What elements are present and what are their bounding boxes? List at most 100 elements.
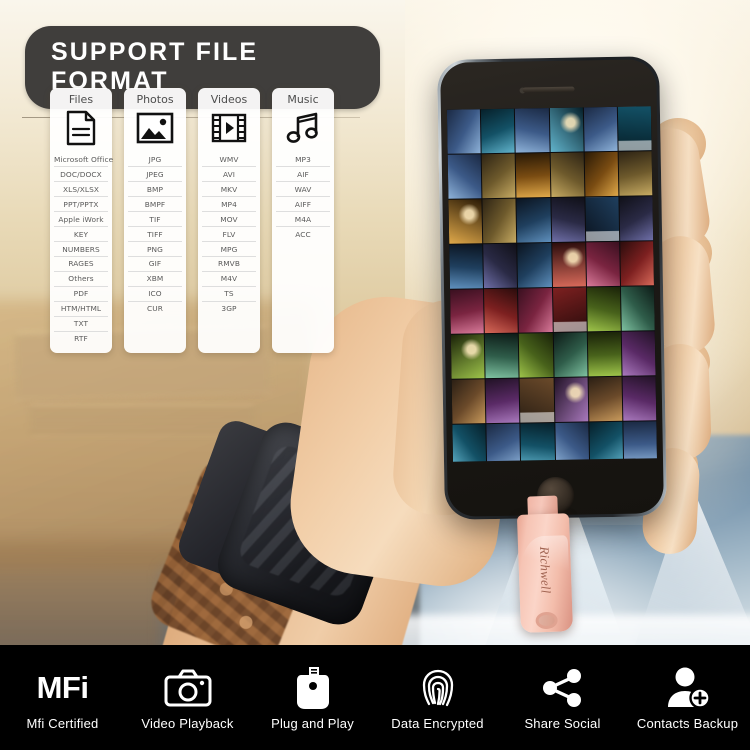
format-extension-item: RAGES [54, 257, 108, 272]
phone-top-bezel [444, 59, 653, 110]
photo-thumbnail[interactable] [518, 288, 553, 333]
photo-thumbnail[interactable] [623, 421, 657, 462]
format-extension-list: MP3 AIF WAV AIFF M4A ACC [276, 152, 330, 241]
format-extension-item: RMVB [202, 257, 256, 272]
format-card-photos: Photos JPG JPEG BMP BMPF TIF TIFF PNG GIF XBM ICO C… [124, 88, 186, 353]
photo-thumbnail[interactable] [451, 379, 486, 424]
photo-thumbnail[interactable] [484, 288, 519, 334]
feature-plug-and-play[interactable]: Plug and Play [250, 645, 375, 750]
format-extension-item: BMP [128, 182, 182, 197]
photo-thumbnail[interactable] [554, 422, 589, 462]
photo-thumbnail[interactable] [620, 241, 654, 286]
phone-screen-photo-grid[interactable] [446, 106, 657, 462]
photo-thumbnail[interactable] [617, 106, 652, 151]
photo-thumbnail[interactable] [447, 154, 482, 199]
photo-thumbnail[interactable] [584, 151, 619, 197]
photo-thumbnail[interactable] [585, 196, 620, 242]
format-card-videos: Videos WMV AVI MKV MP4 MOV FLV MPG RMVB M4V TS 3GP [198, 88, 260, 353]
support-file-format-panel: SUPPORT FILE FORMAT Files Microsoft Offic… [0, 0, 380, 353]
photo-thumbnail[interactable] [549, 107, 584, 153]
photo-thumbnail[interactable] [551, 242, 586, 287]
music-note-icon [286, 109, 320, 147]
format-extension-item: TS [202, 287, 256, 302]
feature-label: Video Playback [141, 716, 234, 731]
photo-thumbnail[interactable] [450, 289, 484, 334]
photo-thumbnail[interactable] [481, 153, 516, 199]
photo-thumbnail[interactable] [554, 377, 588, 422]
photo-thumbnail[interactable] [519, 377, 554, 423]
photo-thumbnail[interactable] [486, 423, 521, 462]
photo-thumbnail[interactable] [589, 421, 623, 462]
feature-label: Mfi Certified [26, 716, 99, 731]
usb-drive-icon [292, 664, 334, 712]
format-extension-item: XBM [128, 272, 182, 287]
feature-mfi-certified[interactable]: MFi Mfi Certified [0, 645, 125, 750]
smartphone [437, 56, 667, 520]
photo-thumbnail[interactable] [446, 109, 481, 154]
format-extension-item: M4A [276, 212, 330, 227]
document-icon [66, 109, 96, 147]
photo-thumbnail[interactable] [583, 106, 618, 152]
photo-thumbnail[interactable] [550, 197, 585, 242]
photo-thumbnail[interactable] [482, 198, 517, 244]
format-extension-item: 3GP [221, 304, 237, 314]
photo-thumbnail[interactable] [481, 108, 515, 154]
feature-label: Share Social [524, 716, 601, 731]
photo-thumbnail[interactable] [484, 333, 519, 379]
photo-thumbnail[interactable] [586, 286, 621, 332]
photo-thumbnail[interactable] [550, 152, 585, 198]
format-extension-item: RTF [74, 334, 88, 344]
format-extension-item: MKV [202, 182, 256, 197]
format-extension-item: Others [54, 272, 108, 287]
format-extension-item: DOC/DOCX [54, 167, 108, 182]
feature-contacts-backup[interactable]: Contacts Backup [625, 645, 750, 750]
format-card-list: Files Microsoft Office DOC/DOCX XLS/XLSX PPT… [50, 88, 334, 353]
photo-thumbnail[interactable] [448, 199, 483, 244]
photo-thumbnail[interactable] [483, 243, 518, 289]
photo-thumbnail[interactable] [620, 286, 655, 331]
photo-thumbnail[interactable] [552, 287, 587, 332]
format-extension-item: FLV [202, 227, 256, 242]
photo-thumbnail[interactable] [449, 244, 484, 289]
feature-share-social[interactable]: Share Social [500, 645, 625, 750]
format-extension-item: MOV [202, 212, 256, 227]
photo-thumbnail[interactable] [585, 241, 620, 287]
format-card-files: Files Microsoft Office DOC/DOCX XLS/XLSX PPT… [50, 88, 113, 353]
feature-label: Plug and Play [271, 716, 354, 731]
photo-thumbnail[interactable] [619, 196, 654, 241]
photo-thumbnail[interactable] [520, 422, 555, 462]
photo-thumbnail[interactable] [553, 332, 588, 377]
format-extension-item: AIFF [276, 197, 330, 212]
photo-thumbnail[interactable] [485, 378, 520, 424]
photo-thumbnail[interactable] [618, 151, 653, 196]
format-extension-item: MPG [202, 242, 256, 257]
feature-video-playback[interactable]: Video Playback [125, 645, 250, 750]
usb-keyring-hole [535, 611, 558, 630]
photo-thumbnail[interactable] [621, 331, 656, 376]
photo-thumbnail[interactable] [519, 333, 554, 378]
format-extension-item: CUR [146, 304, 163, 314]
feature-label: Contacts Backup [636, 716, 739, 731]
photo-thumbnail[interactable] [516, 198, 551, 243]
format-extension-list: JPG JPEG BMP BMPF TIF TIFF PNG GIF XBM ICO CUR [128, 152, 182, 316]
photo-thumbnail[interactable] [622, 376, 657, 421]
photo-thumbnail[interactable] [515, 108, 550, 153]
photo-thumbnail[interactable] [517, 243, 552, 288]
film-icon [211, 109, 247, 147]
format-extension-item: WAV [276, 182, 330, 197]
format-extension-item: WMV [202, 152, 256, 167]
usb-brand-label: Richwell [537, 546, 554, 594]
photo-thumbnail[interactable] [450, 334, 485, 379]
format-card-title: Music [287, 93, 319, 106]
format-card-title: Photos [136, 93, 174, 106]
photo-thumbnail[interactable] [515, 153, 550, 198]
mfi-text-icon: MFi [37, 664, 89, 712]
format-extension-item: GIF [128, 257, 182, 272]
photo-thumbnail[interactable] [452, 424, 487, 462]
feature-data-encrypted[interactable]: Data Encrypted [375, 645, 500, 750]
photo-thumbnail[interactable] [587, 331, 622, 377]
contact-add-icon [665, 664, 711, 712]
photo-thumbnail[interactable] [588, 376, 623, 422]
format-extension-item: TXT [54, 317, 108, 332]
format-extension-item: KEY [54, 227, 108, 242]
